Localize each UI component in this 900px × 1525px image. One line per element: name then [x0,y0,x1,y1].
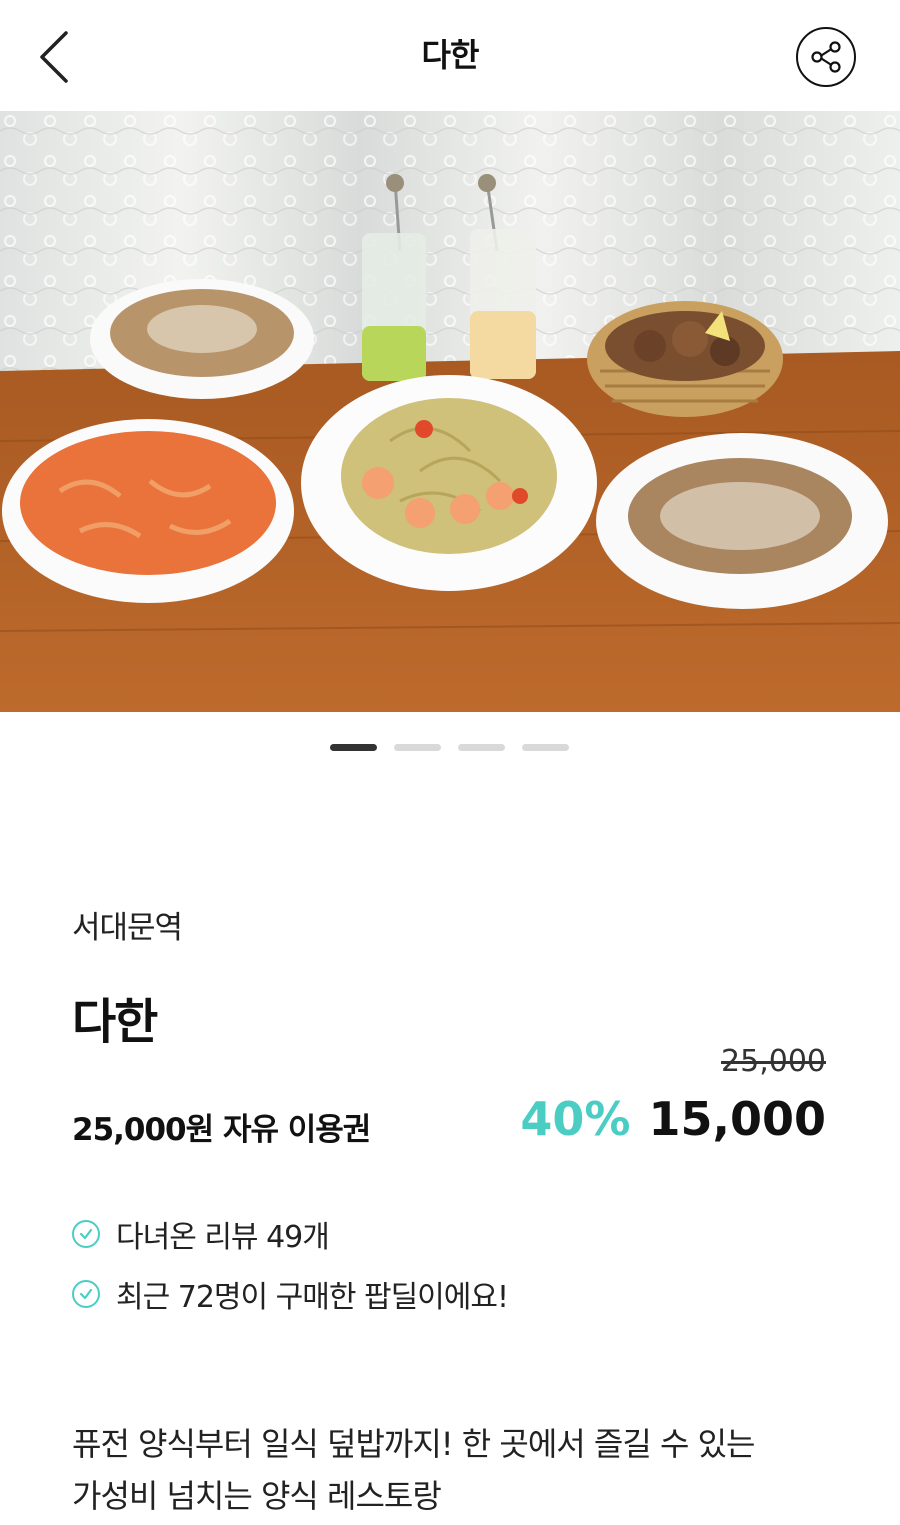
description-line: 가성비 넘치는 양식 레스토랑 [72,1477,442,1515]
badge-text: 다녀온 리뷰 49개 [116,1220,330,1255]
product-name: 25,000원 자유 이용권 [72,1112,371,1148]
share-icon [811,41,841,73]
purchase-count-badge: 최근 72명이 구매한 팝딜이에요! [72,1272,509,1316]
deal-detail-page: 다한 서대문역 다한 25,000원 자유 이용권 25,000 40% 15,… [0,0,900,1525]
discount-rate: 40% [520,1092,631,1146]
review-count-badge: 다녀온 리뷰 49개 [72,1212,330,1256]
top-nav-bar: 다한 [0,0,900,112]
check-circle-icon [72,1280,100,1308]
original-price: 25,000 [721,1044,826,1079]
description-line: 퓨전 양식부터 일식 덮밥까지! 한 곳에서 즐길 수 있는 [72,1425,755,1463]
share-button[interactable] [796,27,856,87]
sale-price: 15,000 [648,1092,826,1146]
price-row: 40% 15,000 [520,1092,826,1146]
carousel-indicator [330,744,569,751]
check-circle-icon [72,1220,100,1248]
badge-text: 최근 72명이 구매한 팝딜이에요! [116,1280,509,1315]
carousel-dot[interactable] [522,744,569,751]
page-title: 다한 [421,36,480,74]
carousel-dot[interactable] [330,744,377,751]
station-label: 서대문역 [72,910,183,946]
carousel-dot[interactable] [394,744,441,751]
carousel-dot[interactable] [458,744,505,751]
shop-name: 다한 [72,994,158,1050]
food-photo [0,111,900,712]
shop-description: 퓨전 양식부터 일식 덮밥까지! 한 곳에서 즐길 수 있는 가성비 넘치는 양… [72,1418,852,1522]
hero-image-carousel[interactable] [0,111,900,712]
